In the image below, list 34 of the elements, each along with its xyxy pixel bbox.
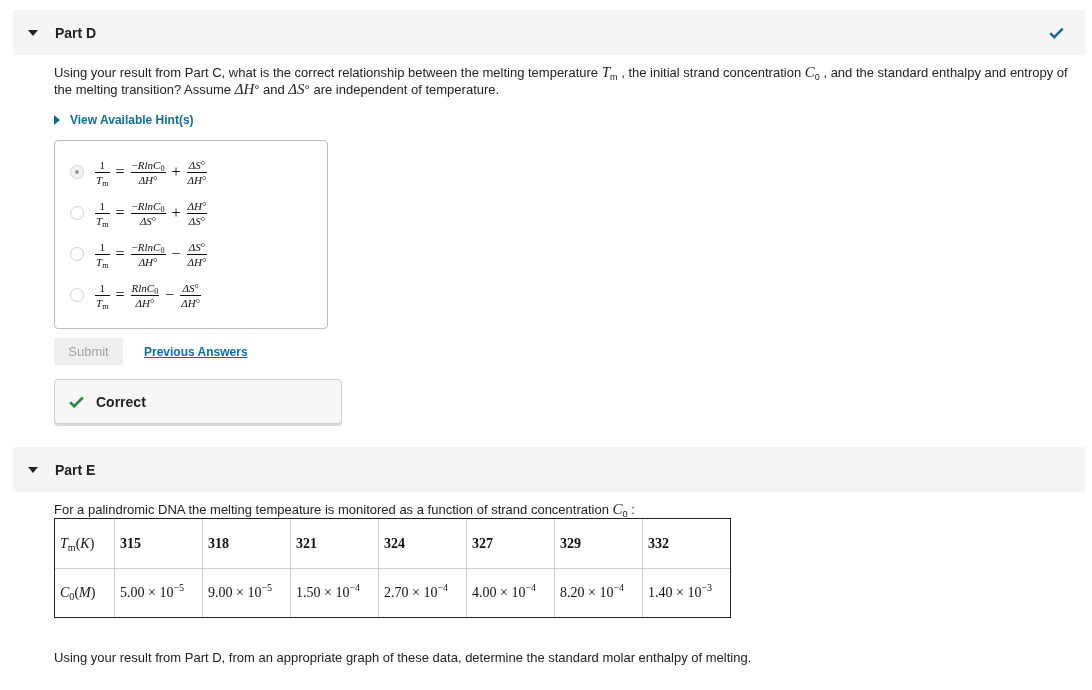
table-value: 5.00 × 10$^{−5}$ [120, 585, 185, 601]
part-title: Part D [55, 24, 97, 41]
table-value: 9.00 × 10$^{−5}$ [208, 585, 273, 601]
table-value: 318 [208, 535, 229, 552]
table-value: 324 [384, 535, 405, 552]
table-value: 8.20 × 10$^{−4}$ [560, 585, 625, 601]
question-text: Using your result from Part C, what is the correct relationship between the melting temperature T$_{m}$ , the initial strand concentration C$_{0}$ , and the standard enthalpy and entropy of the melting transition? Assume ΔH° and ΔS° are independent of temperature. [54, 64, 1069, 98]
part-title: Part E [55, 461, 96, 478]
radio-button[interactable] [70, 206, 84, 220]
radio-button[interactable] [70, 288, 84, 302]
table-value: 1.50 × 10$^{−4}$ [296, 585, 361, 601]
table-value: 327 [472, 535, 493, 552]
table-value: 2.70 × 10$^{−4}$ [384, 585, 449, 601]
table-value: 329 [560, 535, 581, 552]
hint-link[interactable]: View Available Hint(s) [54, 112, 194, 128]
equation: 1 T$_{m}$ = −RlnC$_{0}$ ΔS° + ΔH° ΔS° [95, 199, 208, 227]
previous-answers-link[interactable]: Previous Answers [144, 344, 248, 359]
intro-text: For a palindromic DNA the melting tempeature is monitored as a function of strand concentration C$_{0}$ : [54, 501, 635, 518]
feedback-text: Correct [96, 393, 146, 410]
table-value: 4.00 × 10$^{−4}$ [472, 585, 537, 601]
caret-icon[interactable] [28, 29, 38, 36]
equation: 1 T$_{m}$ = −RlnC$_{0}$ ΔH° + ΔS° ΔH° [95, 158, 208, 186]
radio-button[interactable] [70, 247, 84, 261]
caret-icon[interactable] [28, 466, 38, 473]
check-icon [69, 395, 84, 408]
table-value: 321 [296, 535, 317, 552]
row-header: C$_{0}$(M) [60, 585, 96, 601]
table-value: 1.40 × 10$^{−3}$ [648, 585, 713, 601]
radio-button[interactable] [70, 165, 84, 179]
equation: 1 T$_{m}$ = −RlnC$_{0}$ ΔH° − ΔS° ΔH° [95, 240, 208, 268]
question-text: Using your result from Part D, from an appropriate graph of these data, determine the standard molar enthalpy of melting. [54, 649, 752, 666]
table-value: 315 [120, 535, 141, 552]
table-value: 332 [648, 535, 669, 552]
row-header: T$_{m}$(K) [60, 535, 95, 552]
